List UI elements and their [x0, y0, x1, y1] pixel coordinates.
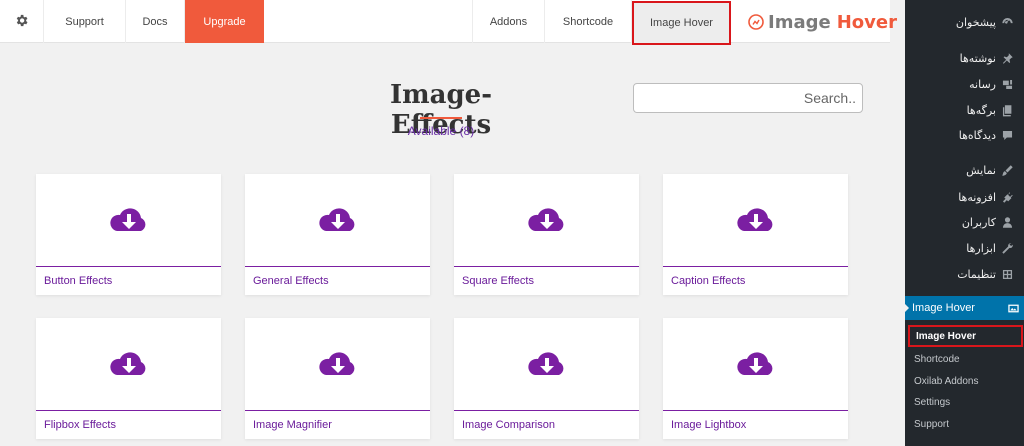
image-hover-icon [1006, 301, 1020, 315]
settings-gear-button[interactable] [0, 0, 44, 43]
active-indicator [904, 303, 909, 313]
submenu-oxilab-addons[interactable]: Oxilab Addons [905, 370, 1024, 392]
sidebar-item-label: کاربران [961, 215, 996, 229]
search-input[interactable] [633, 83, 863, 113]
submenu-image-hover[interactable]: Image Hover [908, 325, 1023, 347]
sidebar-item-media[interactable]: رسانه [905, 71, 1024, 97]
sidebar-item-label: نوشته‌ها [959, 51, 996, 65]
cloud-download-icon [317, 206, 359, 238]
sidebar-item-tools[interactable]: ابزارها [905, 235, 1024, 261]
sidebar-item-label: تنظیمات [957, 267, 996, 281]
effect-card[interactable]: Flipbox Effects [36, 318, 221, 439]
effect-card[interactable]: Image Magnifier [245, 318, 430, 439]
dashboard-icon [1000, 15, 1014, 29]
cloud-download-icon [526, 206, 568, 238]
card-divider [245, 266, 430, 267]
sidebar-item-label: پیشخوان [955, 15, 996, 29]
support-link[interactable]: Support [44, 0, 126, 43]
cloud-download-icon [108, 206, 150, 238]
card-label: Image Comparison [462, 419, 555, 431]
brand-text-image: Image [768, 11, 831, 33]
card-divider [663, 410, 848, 411]
card-label: Caption Effects [671, 275, 746, 287]
sidebar-item-posts[interactable]: نوشته‌ها [905, 45, 1024, 71]
card-divider [454, 410, 639, 411]
effect-card[interactable]: Caption Effects [663, 174, 848, 295]
card-divider [36, 266, 221, 267]
sidebar-item-dashboard[interactable]: پیشخوان [905, 9, 1024, 35]
sidebar-item-label: رسانه [969, 77, 996, 91]
effect-card[interactable]: Image Comparison [454, 318, 639, 439]
pages-icon [1000, 103, 1014, 117]
cloud-download-icon [735, 206, 777, 238]
brand-text-hover: Hover [836, 11, 897, 33]
sidebar-item-label: برگه‌ها [966, 103, 996, 117]
effect-card[interactable]: General Effects [245, 174, 430, 295]
card-label: Image Magnifier [253, 419, 332, 431]
sidebar-item-label: افزونه‌ها [958, 190, 996, 204]
admin-sidebar: پیشخوان نوشته‌ها رسانه برگه‌ها دیدگاه‌ها… [904, 0, 1024, 446]
users-icon [1000, 215, 1014, 229]
card-label: Button Effects [44, 275, 113, 287]
card-label: General Effects [253, 275, 329, 287]
plugins-icon [1000, 190, 1014, 204]
sidebar-item-label: Image Hover [912, 302, 975, 314]
sidebar-item-label: دیدگاه‌ها [958, 128, 996, 142]
card-divider [663, 266, 848, 267]
cloud-download-icon [317, 350, 359, 382]
title-underline [420, 117, 462, 119]
image-hover-tab[interactable]: Image Hover [632, 1, 731, 45]
docs-link[interactable]: Docs [126, 0, 185, 43]
shortcode-tab[interactable]: Shortcode [545, 0, 632, 43]
media-icon [1000, 77, 1014, 91]
image-hover-logo-icon [748, 14, 764, 30]
card-divider [36, 410, 221, 411]
available-count: Available (8) [407, 124, 475, 138]
tools-icon [1000, 241, 1014, 255]
top-bar: Support Docs Upgrade Addons Shortcode Im… [0, 0, 897, 45]
submenu-support[interactable]: Support [905, 413, 1024, 435]
submenu-shortcode[interactable]: Shortcode [905, 348, 1024, 370]
card-divider [454, 266, 639, 267]
comments-icon [1000, 128, 1014, 142]
sidebar-item-users[interactable]: کاربران [905, 209, 1024, 235]
submenu-settings[interactable]: Settings [905, 391, 1024, 413]
card-label: Image Lightbox [671, 419, 747, 431]
addons-tab[interactable]: Addons [472, 0, 545, 43]
effect-card[interactable]: Image Lightbox [663, 318, 848, 439]
sidebar-item-pages[interactable]: برگه‌ها [905, 97, 1024, 123]
sidebar-item-label: ابزارها [966, 241, 996, 255]
upgrade-button[interactable]: Upgrade [185, 0, 264, 43]
brand-logo: Image Hover [748, 11, 897, 33]
cloud-download-icon [108, 350, 150, 382]
cloud-download-icon [735, 350, 777, 382]
pin-icon [1000, 51, 1014, 65]
sidebar-item-comments[interactable]: دیدگاه‌ها [905, 122, 1024, 148]
settings-icon [1000, 267, 1014, 281]
card-label: Square Effects [462, 275, 534, 287]
sidebar-item-label: نمایش [966, 163, 996, 177]
sidebar-item-settings[interactable]: تنظیمات [905, 261, 1024, 287]
sidebar-item-appearance[interactable]: نمایش [905, 157, 1024, 183]
effect-card[interactable]: Button Effects [36, 174, 221, 295]
card-divider [245, 410, 430, 411]
card-label: Flipbox Effects [44, 419, 116, 431]
sidebar-item-image-hover[interactable]: Image Hover [904, 296, 1024, 320]
gear-icon [14, 13, 29, 31]
appearance-icon [1000, 163, 1014, 177]
sidebar-item-plugins[interactable]: افزونه‌ها [905, 184, 1024, 210]
cloud-download-icon [526, 350, 568, 382]
effect-card[interactable]: Square Effects [454, 174, 639, 295]
